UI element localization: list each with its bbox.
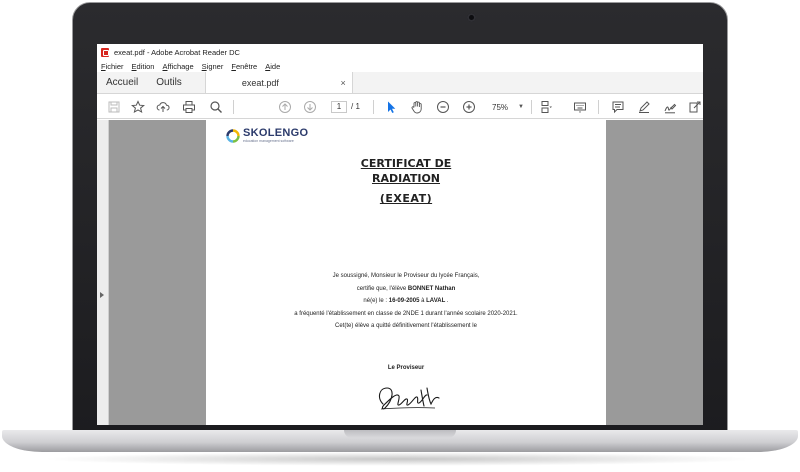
webcam-icon [467,13,476,22]
zoom-value: 75% [492,102,509,112]
menu-edition[interactable]: Edition [132,62,155,71]
page-down-icon[interactable] [303,100,317,114]
toolbar-separator [531,100,532,114]
tab-bar: Accueil Outils exeat.pdf × [97,72,703,94]
upload-cloud-icon[interactable] [156,100,170,114]
bookmark-star-icon[interactable] [131,100,145,114]
toolbar-separator [233,100,234,114]
menu-signer[interactable]: Signer [202,62,224,71]
signer-title: Le Proviseur [387,365,425,371]
comment-icon[interactable] [611,100,625,114]
page-up-icon[interactable] [278,100,292,114]
body-line-2: certifie que, l'élève BONNET Nathan [206,283,606,296]
left-navigation-rail[interactable] [97,120,109,425]
body-line-1: Je soussigné, Monsieur le Proviseur du l… [332,273,480,279]
hand-icon[interactable] [410,100,424,114]
pdf-page: SKOLENGO education management software C… [206,120,606,425]
close-icon[interactable]: × [341,78,346,88]
tab-document[interactable]: exeat.pdf × [204,72,353,93]
highlight-pen-icon[interactable] [637,100,651,114]
skolengo-logo: SKOLENGO education management software [226,128,308,144]
page-total: / 1 [351,102,360,111]
laptop-mockup: exeat.pdf - Adobe Acrobat Reader DC Fich… [0,0,800,472]
zoom-select[interactable]: 75% ▼ [484,101,528,113]
tab-document-label: exeat.pdf [241,77,279,88]
page-layout-icon[interactable] [539,100,553,114]
tab-accueil-label: Accueil [106,77,139,88]
birth-date: 16-09-2005 [388,298,420,304]
logo-tagline: education management software [243,139,294,143]
handwritten-signature [378,387,440,410]
menu-aide[interactable]: Aide [265,62,280,71]
acrobat-window: exeat.pdf - Adobe Acrobat Reader DC Fich… [97,44,703,425]
birth-line-end: . [446,298,449,304]
student-intro: certifie que, l'élève [356,285,407,292]
share-icon[interactable] [688,100,702,114]
birth-label: né(e) le : [363,298,388,304]
student-name: BONNET Nathan [407,285,456,292]
menu-affichage[interactable]: Affichage [162,62,193,71]
select-cursor-icon[interactable] [384,100,398,114]
main-toolbar: 1 / 1 75% ▼ [97,95,703,119]
certificate-body: Je soussigné, Monsieur le Proviseur du l… [206,270,606,333]
chevron-down-icon: ▼ [518,104,524,110]
logo-name: SKOLENGO [243,127,309,139]
menubar: Fichier Edition Affichage Signer Fenêtre… [97,60,703,72]
zoom-out-icon[interactable] [436,100,450,114]
birth-place-label: à [421,298,425,304]
title-line-1: CERTIFICAT DE [360,157,452,170]
body-line-3: né(e) le : 16-09-2005 à LAVAL . [206,295,606,308]
body-line-4: a fréquenté l'établissement en classe de… [294,310,518,317]
title-line-3: (EXEAT) [379,192,433,205]
tab-outils-label: Outils [156,77,182,88]
save-icon[interactable] [107,100,121,114]
tab-accueil[interactable]: Accueil [97,72,147,93]
body-line-5: Cet(te) élève a quitté définitivement l'… [335,323,477,329]
tab-outils[interactable]: Outils [147,72,191,93]
menu-fenetre[interactable]: Fenêtre [231,62,257,71]
toolbar-separator [373,100,374,114]
sign-icon[interactable] [663,100,677,114]
search-icon[interactable] [209,100,223,114]
toolbar-separator [598,100,599,114]
expand-panel-arrow-icon[interactable] [100,292,104,298]
window-titlebar: exeat.pdf - Adobe Acrobat Reader DC [97,44,703,60]
menu-fichier[interactable]: Fichier [101,62,124,71]
laptop-shadow [40,452,760,466]
keyboard-icon[interactable] [573,100,587,114]
window-title: exeat.pdf - Adobe Acrobat Reader DC [114,47,240,57]
document-title: CERTIFICAT DE RADIATION (EXEAT) [206,156,606,206]
laptop-base-notch [344,430,456,438]
birth-place: LAVAL [426,298,446,304]
print-icon[interactable] [182,100,196,114]
acrobat-app-icon [101,47,109,57]
zoom-in-icon[interactable] [462,100,476,114]
skolengo-logo-mark-icon [226,129,240,143]
page-number-input[interactable]: 1 [331,101,347,113]
title-line-2: RADIATION [371,172,441,185]
document-viewport[interactable]: SKOLENGO education management software C… [97,120,703,425]
